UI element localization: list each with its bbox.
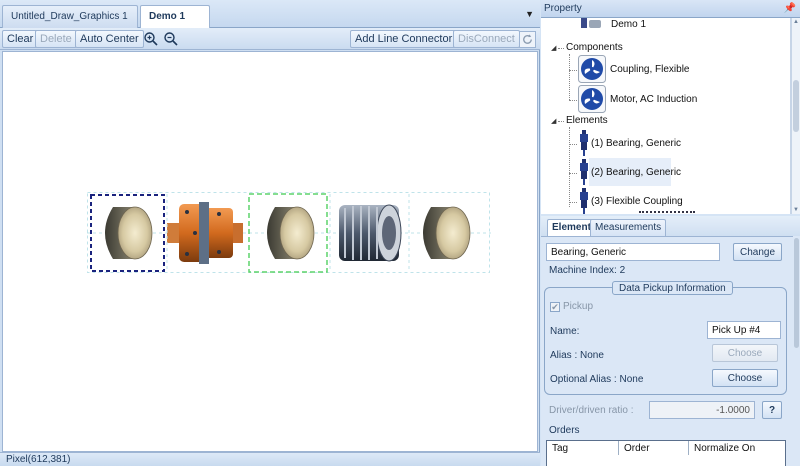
tree-scroll-thumb[interactable] — [793, 80, 799, 132]
splitter-grip[interactable] — [639, 211, 695, 215]
property-panel: Property 📌 Demo 1 ◢ Components Coupling,… — [541, 0, 800, 466]
tree-components-label[interactable]: Components — [566, 42, 623, 53]
train-element-bearing-3[interactable] — [423, 206, 471, 260]
ratio-field[interactable]: -1.0000 — [649, 401, 755, 419]
property-header: Property 📌 — [541, 0, 800, 18]
element-name-field[interactable]: Bearing, Generic — [546, 243, 720, 261]
scroll-up-icon[interactable]: ▲ — [793, 19, 799, 25]
fan-icon — [578, 55, 606, 83]
train-element-coupling[interactable] — [167, 202, 243, 264]
pickup-name-label: Name: — [550, 326, 580, 337]
tree-element-1[interactable]: (1) Bearing, Generic — [591, 138, 681, 149]
choose-optional-alias-button[interactable]: Choose — [712, 369, 778, 387]
tree-element-2[interactable]: (2) Bearing, Generic — [589, 158, 681, 186]
add-line-connector-button[interactable]: Add Line Connector — [350, 30, 458, 48]
zoom-out-icon[interactable] — [163, 31, 179, 47]
change-button[interactable]: Change — [733, 243, 782, 261]
zoom-in-icon[interactable] — [143, 31, 159, 47]
tab-untitled-draw-graphics[interactable]: Untitled_Draw_Graphics 1 — [2, 5, 138, 28]
orders-label: Orders — [549, 425, 580, 436]
tab-demo-1[interactable]: Demo 1 — [140, 5, 210, 29]
sensor-icon — [580, 188, 588, 214]
canvas-toolbar: Clear Delete Auto Center Add Line Connec… — [0, 28, 540, 50]
status-pixel-readout: Pixel(612,381) — [6, 454, 71, 465]
property-tree[interactable]: Demo 1 ◢ Components Coupling, Flexible M… — [541, 18, 791, 214]
document-area: Untitled_Draw_Graphics 1 Demo 1 ▼ Clear … — [0, 0, 540, 466]
property-tabs: Element Measurements — [541, 216, 800, 236]
components-expander-icon[interactable]: ◢ — [551, 44, 556, 52]
data-pickup-group-title: Data Pickup Information — [612, 281, 733, 295]
orders-grid-body[interactable] — [546, 455, 786, 466]
status-bar: Pixel(612,381) — [0, 452, 540, 466]
orders-col-order[interactable]: Order — [619, 441, 689, 455]
alias-label: Alias : None — [550, 350, 604, 361]
optional-alias-label: Optional Alias : None — [550, 374, 644, 385]
pin-icon[interactable]: 📌 — [784, 3, 796, 14]
tree-elements-label[interactable]: Elements — [566, 115, 608, 126]
refresh-icon[interactable] — [519, 31, 536, 48]
choose-alias-button[interactable]: Choose — [712, 344, 778, 362]
sensor-icon — [580, 130, 588, 156]
pickup-name-field[interactable]: Pick Up #4 — [707, 321, 781, 339]
fan-icon — [578, 85, 606, 113]
panel-scrollbar[interactable] — [793, 236, 800, 466]
tab-measurements[interactable]: Measurements — [590, 219, 667, 236]
delete-button[interactable]: Delete — [35, 30, 77, 48]
tree-root-label[interactable]: Demo 1 — [611, 19, 646, 30]
tree-component-motor[interactable]: Motor, AC Induction — [610, 94, 697, 105]
property-title: Property — [544, 3, 582, 14]
machine-icon — [581, 18, 601, 28]
elements-expander-icon[interactable]: ◢ — [551, 117, 556, 125]
clear-button[interactable]: Clear — [2, 30, 39, 48]
ratio-label: Driver/driven ratio : — [549, 405, 634, 416]
auto-center-button[interactable]: Auto Center — [75, 30, 144, 48]
drawing-canvas[interactable] — [2, 51, 538, 452]
disconnect-button[interactable]: DisConnect — [453, 30, 520, 48]
data-pickup-group: Data Pickup Information ✔ Pickup Name: P… — [544, 281, 787, 395]
tab-list-dropdown-icon[interactable]: ▼ — [525, 9, 534, 19]
orders-col-normalize-on[interactable]: Normalize On — [689, 441, 785, 455]
machine-train — [87, 192, 491, 273]
train-element-motor[interactable] — [339, 204, 402, 262]
element-panel: Bearing, Generic Change Machine Index: 2… — [541, 236, 793, 466]
orders-grid-header: Tag Order Normalize On — [546, 440, 786, 456]
tree-component-coupling[interactable]: Coupling, Flexible — [610, 64, 690, 75]
tab-element[interactable]: Element — [547, 219, 596, 236]
orders-col-tag[interactable]: Tag — [547, 441, 619, 455]
scroll-down-icon[interactable]: ▼ — [793, 207, 799, 213]
help-button[interactable]: ? — [762, 401, 782, 419]
document-tab-bar: Untitled_Draw_Graphics 1 Demo 1 ▼ — [0, 0, 540, 29]
machine-index-label: Machine Index: 2 — [549, 265, 626, 276]
pickup-label: Pickup — [563, 301, 594, 312]
tree-scrollbar[interactable]: ▲ ▼ — [791, 18, 800, 214]
pickup-checkbox[interactable]: ✔ — [550, 302, 560, 312]
tree-element-3[interactable]: (3) Flexible Coupling — [591, 196, 683, 207]
panel-scroll-thumb[interactable] — [794, 238, 799, 348]
